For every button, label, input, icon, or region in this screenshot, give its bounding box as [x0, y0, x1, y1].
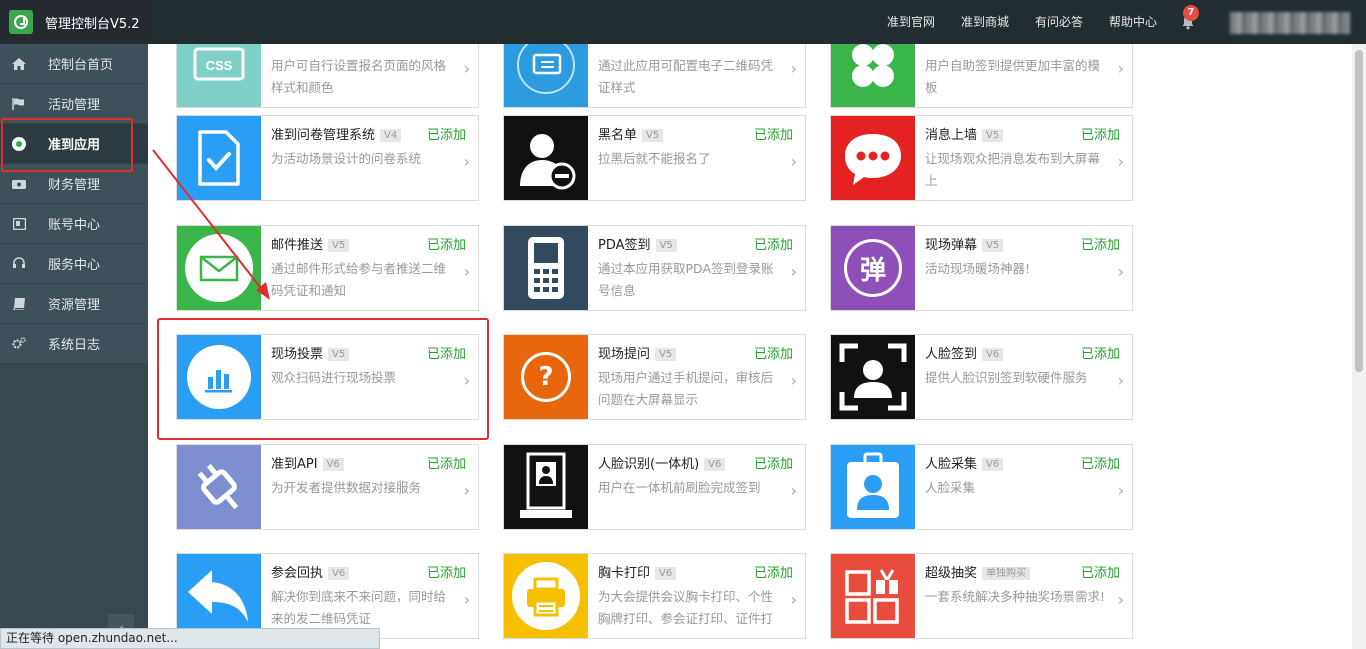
browser-status-bar: 正在等待 open.zhundao.net...: [0, 628, 380, 649]
annotation-arrow: [152, 149, 270, 300]
